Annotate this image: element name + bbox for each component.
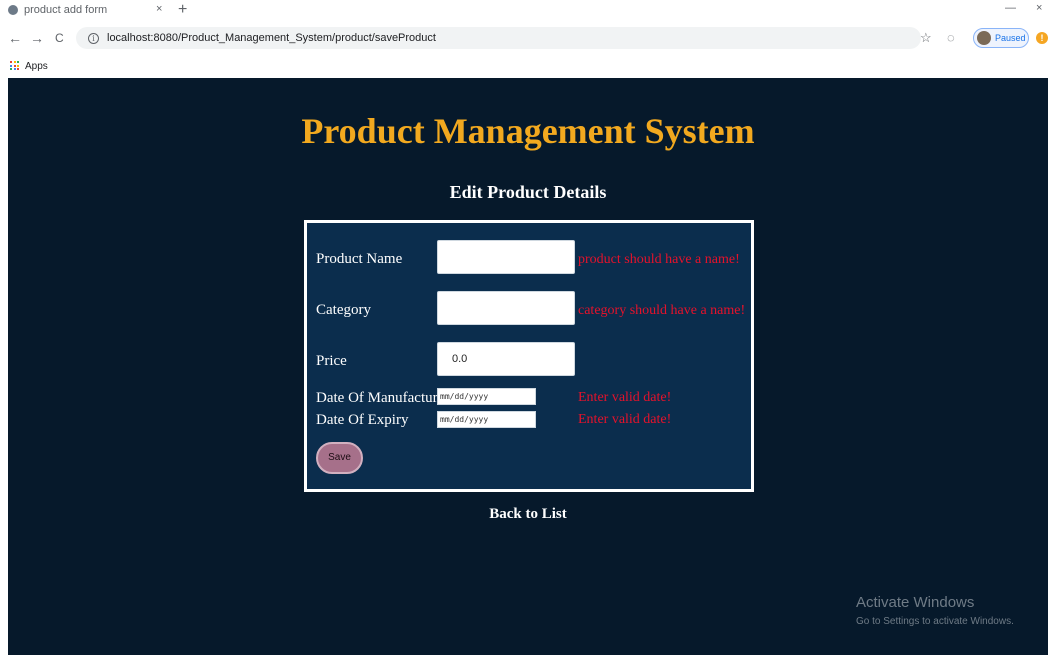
back-to-list-link[interactable]: Back to List: [8, 506, 1048, 523]
minimize-icon[interactable]: —: [1005, 2, 1016, 14]
reload-icon[interactable]: C: [55, 31, 64, 45]
tab-strip: product add form × + — ×: [0, 0, 1052, 22]
bookmark-star-icon[interactable]: ☆: [920, 30, 932, 46]
bookmarks-bar: Apps: [0, 54, 1052, 78]
back-icon[interactable]: ←: [8, 30, 22, 46]
extension-icon[interactable]: ◌: [947, 30, 955, 45]
page-viewport: Product Management System Edit Product D…: [8, 78, 1048, 655]
profile-button[interactable]: Paused: [973, 28, 1029, 48]
info-icon[interactable]: i: [88, 32, 99, 44]
profile-status: Paused: [995, 33, 1026, 43]
product-name-field[interactable]: [437, 240, 575, 274]
menu-update-icon[interactable]: !: [1036, 32, 1048, 44]
tab-title: product add form: [24, 4, 108, 16]
activate-windows-subtitle: Go to Settings to activate Windows.: [856, 616, 1014, 627]
category-error: category should have a name!: [578, 303, 746, 318]
section-title: Edit Product Details: [449, 182, 607, 202]
tab-product-add-form[interactable]: product add form ×: [8, 0, 168, 20]
price-field[interactable]: [437, 342, 575, 376]
forward-icon[interactable]: →: [30, 30, 44, 46]
date-of-expiry-error: Enter valid date!: [578, 412, 672, 427]
address-url[interactable]: localhost:8080/Product_Management_System…: [107, 32, 436, 44]
product-name-error: product should have a name!: [578, 252, 740, 267]
avatar: [977, 31, 991, 45]
date-of-expiry-label: Date Of Expiry: [316, 412, 409, 428]
activate-windows-title: Activate Windows: [856, 594, 975, 611]
close-icon[interactable]: ×: [156, 3, 162, 15]
new-tab-icon[interactable]: +: [178, 1, 187, 19]
date-of-expiry-field[interactable]: mm/dd/yyyy: [437, 411, 536, 428]
price-label: Price: [316, 353, 347, 369]
date-of-manufacture-field[interactable]: mm/dd/yyyy: [437, 388, 536, 405]
edit-product-form: Product Name product should have a name!…: [304, 220, 754, 492]
date-of-manufacture-error: Enter valid date!: [578, 390, 672, 405]
browser-toolbar: ← → C i localhost:8080/Product_Managemen…: [0, 24, 1052, 54]
window-close-icon[interactable]: ×: [1036, 2, 1042, 14]
globe-icon: [8, 5, 18, 15]
category-field[interactable]: [437, 291, 575, 325]
page-title: Product Management System: [301, 111, 755, 151]
date-of-manufacture-label: Date Of Manufacture: [316, 390, 445, 406]
apps-grid-icon[interactable]: [10, 61, 20, 71]
apps-bookmark[interactable]: Apps: [25, 61, 48, 72]
category-label: Category: [316, 302, 371, 318]
product-name-label: Product Name: [316, 251, 403, 267]
save-button[interactable]: Save: [316, 442, 363, 474]
address-bar[interactable]: i localhost:8080/Product_Management_Syst…: [76, 27, 921, 49]
